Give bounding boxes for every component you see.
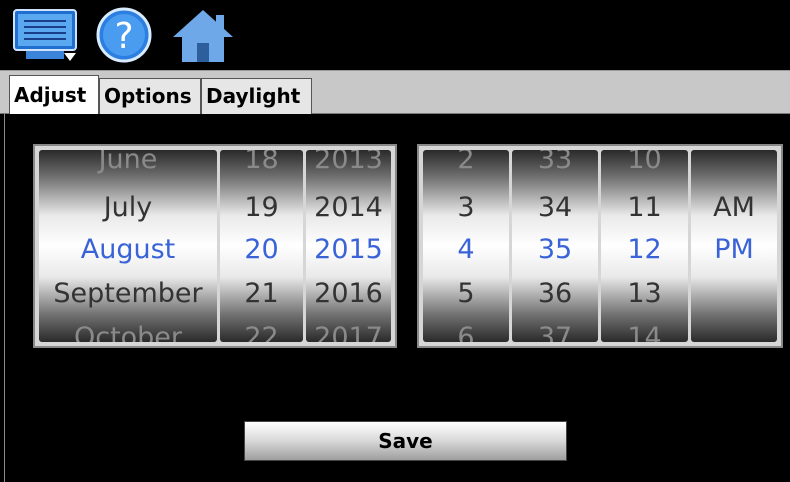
second-option: 11 — [627, 192, 662, 223]
minute-option: 34 — [537, 192, 573, 223]
hour-option: 2 — [457, 150, 475, 175]
month-option: September — [53, 278, 203, 309]
day-option: 21 — [244, 278, 279, 309]
day-option: 18 — [244, 150, 279, 175]
ampm-wheel[interactable]: AM PM — [691, 150, 777, 342]
month-option: June — [98, 150, 158, 175]
monitor-menu-icon[interactable] — [12, 7, 80, 63]
month-selected: August — [80, 234, 176, 265]
day-option: 19 — [244, 192, 279, 223]
year-option: 2017 — [314, 322, 383, 342]
hour-option: 5 — [457, 278, 475, 309]
top-toolbar: ? — [0, 0, 790, 70]
ampm-selected: PM — [714, 234, 754, 265]
day-option: 22 — [244, 322, 279, 342]
home-icon[interactable] — [170, 7, 236, 63]
ampm-option: AM — [713, 192, 755, 223]
second-option: 14 — [627, 322, 662, 342]
tab-daylight[interactable]: Daylight — [201, 78, 312, 114]
year-option: 2013 — [314, 150, 383, 175]
month-wheel[interactable]: June July August September October — [39, 150, 217, 342]
second-option: 13 — [627, 278, 662, 309]
minute-option: 33 — [537, 150, 573, 175]
hour-selected: 4 — [457, 234, 475, 265]
tab-adjust[interactable]: Adjust — [9, 75, 99, 115]
month-option: July — [103, 192, 153, 223]
year-wheel[interactable]: 2013 2014 2015 2016 2017 — [306, 150, 391, 342]
minute-selected: 35 — [537, 234, 573, 265]
hour-option: 6 — [457, 322, 475, 342]
tab-bar: Adjust Options Daylight — [0, 70, 790, 115]
save-button[interactable]: Save — [244, 421, 567, 461]
hour-option: 3 — [457, 192, 475, 223]
time-picker: 2 3 4 5 6 33 34 35 36 37 10 11 12 13 14 … — [417, 144, 783, 348]
minute-wheel[interactable]: 33 34 35 36 37 — [512, 150, 598, 342]
tab-options[interactable]: Options — [99, 78, 201, 114]
day-selected: 20 — [244, 234, 279, 265]
second-option: 10 — [627, 150, 662, 175]
year-option: 2014 — [314, 192, 383, 223]
minute-option: 36 — [537, 278, 573, 309]
help-icon-glyph: ? — [114, 16, 133, 57]
second-selected: 12 — [627, 234, 662, 265]
hour-wheel[interactable]: 2 3 4 5 6 — [423, 150, 509, 342]
minute-option: 37 — [537, 322, 573, 342]
help-icon[interactable]: ? — [94, 7, 156, 63]
year-option: 2016 — [314, 278, 383, 309]
date-picker: June July August September October 18 19… — [33, 144, 397, 348]
year-selected: 2015 — [314, 234, 383, 265]
month-option: October — [73, 322, 183, 342]
second-wheel[interactable]: 10 11 12 13 14 — [601, 150, 688, 342]
day-wheel[interactable]: 18 19 20 21 22 — [220, 150, 303, 342]
